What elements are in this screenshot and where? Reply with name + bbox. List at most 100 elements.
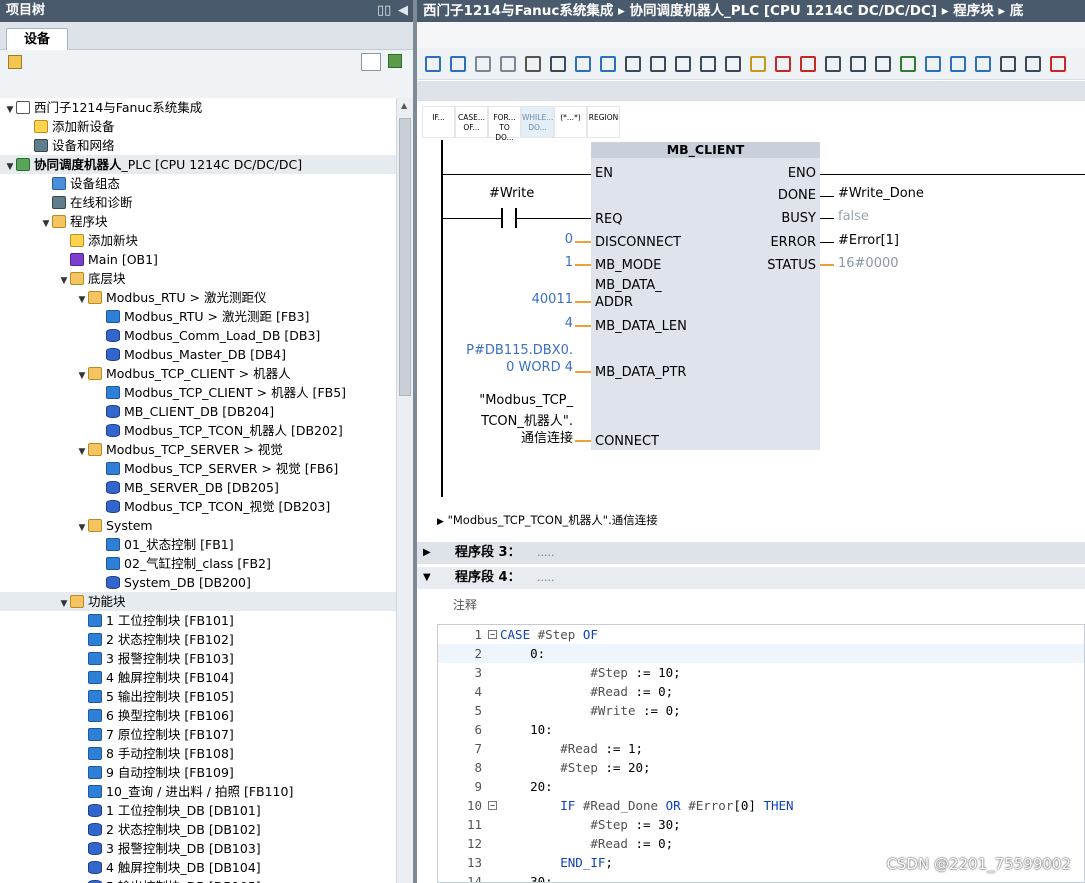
toolbar-button-icon[interactable] <box>1000 56 1016 72</box>
expand-arrow-icon[interactable]: ▶ <box>437 517 444 527</box>
tree-scrollbar[interactable]: ▲ <box>396 98 413 883</box>
mb-client-block[interactable]: MB_CLIENT EN REQ DISCONNECT MB_MODE MB_D… <box>591 142 820 450</box>
tree-item[interactable]: 9 自动控制块 [FB109] <box>0 763 396 782</box>
toolbar-button-icon[interactable] <box>800 56 816 72</box>
tree-item[interactable]: Modbus_TCP_TCON_视觉 [DB203] <box>0 497 396 516</box>
code-line[interactable]: 3 #Step := 10; <box>438 663 1084 682</box>
toolbar-button-icon[interactable] <box>700 56 716 72</box>
tree-item[interactable]: 1 工位控制块 [FB101] <box>0 611 396 630</box>
toolbar-button-icon[interactable] <box>475 56 491 72</box>
toolbar-button-icon[interactable] <box>875 56 891 72</box>
toolbar-button-icon[interactable] <box>1025 56 1041 72</box>
tree-item[interactable]: 8 手动控制块 [FB108] <box>0 744 396 763</box>
tree-item[interactable]: Modbus_RTU > 激光测距 [FB3] <box>0 307 396 326</box>
code-line[interactable]: 5 #Write := 0; <box>438 701 1084 720</box>
fold-icon[interactable]: − <box>488 630 497 639</box>
mb-mode-value[interactable]: 1 <box>517 255 573 270</box>
tree-item[interactable]: 10_查询 / 进出料 / 拍照 [FB110] <box>0 782 396 801</box>
tree-item[interactable]: 6 换型控制块 [FB106] <box>0 706 396 725</box>
code-line[interactable]: 7 #Read := 1; <box>438 739 1084 758</box>
toolbar-button-icon[interactable] <box>900 56 916 72</box>
code-line[interactable]: 10− IF #Read_Done OR #Error[0] THEN <box>438 796 1084 815</box>
mb-data-ptr-value-line2[interactable]: 0 WORD 4 <box>437 360 573 375</box>
export-icon[interactable] <box>388 54 402 68</box>
toolbar-button-icon[interactable] <box>750 56 766 72</box>
tree-item[interactable]: ▼ 程序块 <box>0 212 396 231</box>
toolbar-button-icon[interactable] <box>625 56 641 72</box>
tree-item[interactable]: 2 状态控制块 [FB102] <box>0 630 396 649</box>
tree-item[interactable]: MB_CLIENT_DB [DB204] <box>0 402 396 421</box>
collapsed-arrow-icon[interactable]: ▶ <box>423 542 431 564</box>
tree-item[interactable]: ▼ Modbus_RTU > 激光测距仪 <box>0 288 396 307</box>
tree-item[interactable]: Modbus_Comm_Load_DB [DB3] <box>0 326 396 345</box>
disconnect-value[interactable]: 0 <box>517 232 573 247</box>
toolbar-button-icon[interactable] <box>675 56 691 72</box>
tree-item[interactable]: 3 报警控制块_DB [DB103] <box>0 839 396 858</box>
instruction-button[interactable]: CASE... OF... <box>455 106 488 138</box>
toolbar-button-icon[interactable] <box>525 56 541 72</box>
tree-item[interactable]: ▼ 功能块 <box>0 592 396 611</box>
tree-item[interactable]: 4 触屏控制块_DB [DB104] <box>0 858 396 877</box>
tree-item[interactable]: Modbus_TCP_TCON_机器人 [DB202] <box>0 421 396 440</box>
toolbar-button-icon[interactable] <box>925 56 941 72</box>
code-line[interactable]: 8 #Step := 20; <box>438 758 1084 777</box>
scroll-up-icon[interactable]: ▲ <box>401 101 407 110</box>
expanded-arrow-icon[interactable]: ▼ <box>423 567 431 589</box>
toolbar-button-icon[interactable] <box>975 56 991 72</box>
code-line[interactable]: 11 #Step := 30; <box>438 815 1084 834</box>
overview-view-icon[interactable] <box>361 53 381 71</box>
busy-variable[interactable]: false <box>838 209 869 224</box>
tree-item[interactable]: 1 工位控制块_DB [DB101] <box>0 801 396 820</box>
pin-icon[interactable]: ▯▯ <box>377 0 391 22</box>
tree-item[interactable]: 5 输出控制块_DB [DB105] <box>0 877 396 883</box>
toolbar-button-icon[interactable] <box>500 56 516 72</box>
req-variable[interactable]: #Write <box>489 186 534 201</box>
toolbar-button-icon[interactable] <box>1050 56 1066 72</box>
network-4-header[interactable]: ▼ 程序段 4： ..... <box>417 567 1085 589</box>
toolbar-button-icon[interactable] <box>650 56 666 72</box>
error-variable[interactable]: #Error[1] <box>838 233 899 248</box>
tree-item[interactable]: 2 状态控制块_DB [DB102] <box>0 820 396 839</box>
tree-item[interactable]: Modbus_TCP_CLIENT > 机器人 [FB5] <box>0 383 396 402</box>
toolbar-button-icon[interactable] <box>575 56 591 72</box>
status-variable[interactable]: 16#0000 <box>838 256 899 271</box>
collapse-left-icon[interactable]: ◀ <box>398 0 408 22</box>
tree-item[interactable]: 设备组态 <box>0 174 396 193</box>
add-folder-icon[interactable] <box>8 55 22 69</box>
instruction-button[interactable]: (*...*) <box>554 106 587 138</box>
connect-value-line3[interactable]: 通信连接 <box>437 427 573 446</box>
tree-item[interactable]: ▼ 西门子1214与Fanuc系统集成 <box>0 98 396 117</box>
toolbar-button-icon[interactable] <box>450 56 466 72</box>
tree-item[interactable]: 7 原位控制块 [FB107] <box>0 725 396 744</box>
toolbar-button-icon[interactable] <box>600 56 616 72</box>
tree-item[interactable]: ▼ Modbus_TCP_SERVER > 视觉 <box>0 440 396 459</box>
instruction-button[interactable]: WHILE... DO... <box>521 106 554 138</box>
scrollbar-thumb[interactable] <box>399 118 411 396</box>
code-line[interactable]: 14 30: <box>438 872 1084 882</box>
mb-data-len-value[interactable]: 4 <box>517 316 573 331</box>
tree-item[interactable]: 在线和诊断 <box>0 193 396 212</box>
toolbar-button-icon[interactable] <box>725 56 741 72</box>
fold-icon[interactable]: − <box>488 801 497 810</box>
tab-devices[interactable]: 设备 <box>6 28 68 51</box>
tree-item[interactable]: Modbus_TCP_SERVER > 视觉 [FB6] <box>0 459 396 478</box>
toolbar-button-icon[interactable] <box>850 56 866 72</box>
tree-item[interactable]: 3 报警控制块 [FB103] <box>0 649 396 668</box>
code-line[interactable]: 2 0: <box>438 644 1084 663</box>
tree-item[interactable]: 添加新设备 <box>0 117 396 136</box>
tree-item[interactable]: ▼ 底层块 <box>0 269 396 288</box>
tree-item[interactable]: 5 输出控制块 [FB105] <box>0 687 396 706</box>
code-line[interactable]: 1− CASE #Step OF <box>438 625 1084 644</box>
done-variable[interactable]: #Write_Done <box>838 186 924 201</box>
tree-item[interactable]: Modbus_Master_DB [DB4] <box>0 345 396 364</box>
tree-item[interactable]: MB_SERVER_DB [DB205] <box>0 478 396 497</box>
tree-item[interactable]: ▼ Modbus_TCP_CLIENT > 机器人 <box>0 364 396 383</box>
mb-data-addr-value[interactable]: 40011 <box>497 292 573 307</box>
toolbar-button-icon[interactable] <box>825 56 841 72</box>
code-line[interactable]: 12 #Read := 0; <box>438 834 1084 853</box>
tree-item[interactable]: 01_状态控制 [FB1] <box>0 535 396 554</box>
code-line[interactable]: 4 #Read := 0; <box>438 682 1084 701</box>
toolbar-button-icon[interactable] <box>775 56 791 72</box>
scl-code-editor[interactable]: 1− CASE #Step OF 2 0: 3 #Step := 10; 4 #Read… <box>437 624 1085 883</box>
tree-item[interactable]: 4 触屏控制块 [FB104] <box>0 668 396 687</box>
